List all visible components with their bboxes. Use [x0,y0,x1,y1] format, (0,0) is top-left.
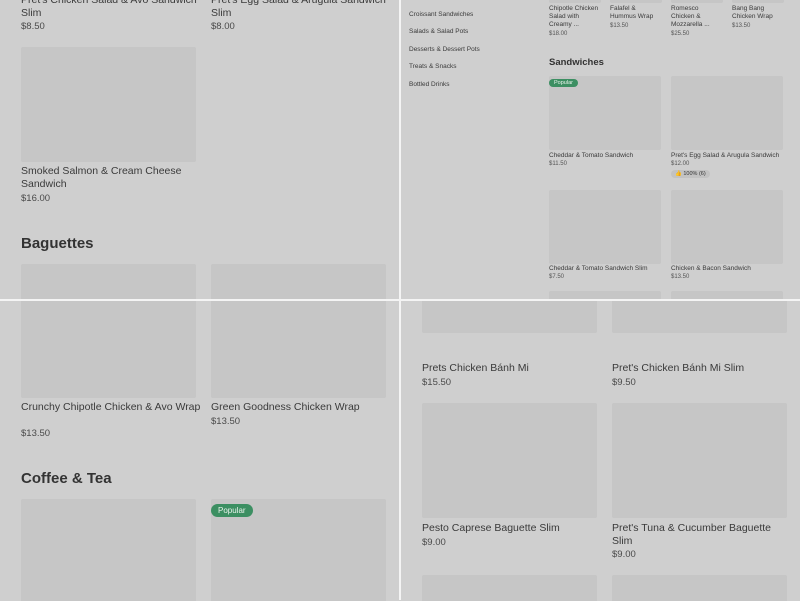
section-title: Baguettes [21,235,94,252]
item-name[interactable]: Smoked Salmon & Cream Cheese Sandwich [21,165,201,190]
item-price: $11.50 [549,161,567,167]
item-name[interactable]: Bang Bang Chicken Wrap [732,5,782,21]
item-price: $13.50 [211,416,241,427]
item-image[interactable] [671,190,783,264]
item-price: $7.50 [549,274,565,280]
category-link[interactable]: Desserts & Dessert Pots [409,46,480,53]
section-title: Coffee & Tea [21,470,112,487]
item-price: $16.00 [21,193,51,204]
item-price: $8.00 [211,21,235,32]
item-image[interactable] [549,76,661,150]
item-name[interactable]: Pret's Chicken Salad & Avo Sandwich Slim [21,0,201,19]
item-name[interactable]: Cheddar & Tomato Sandwich [549,152,661,160]
item-price: $13.50 [610,23,629,29]
item-image[interactable] [21,47,196,162]
category-link[interactable]: Croissant Sandwiches [409,11,473,18]
popular-badge: Popular [211,504,253,517]
item-image[interactable] [671,76,783,150]
item-image[interactable] [21,499,196,601]
item-name[interactable]: Crunchy Chipotle Chicken & Avo Wrap [21,401,201,414]
divider [0,299,800,301]
item-image[interactable] [211,301,386,398]
item-image[interactable] [422,403,597,518]
item-image[interactable] [422,301,597,333]
item-image[interactable] [612,301,787,333]
item-price: $9.00 [612,549,636,560]
category-link[interactable]: Bottled Drinks [409,81,449,88]
category-link[interactable]: Treats & Snacks [409,63,456,70]
rating-badge: 👍 100% (6) [671,170,710,178]
category-link[interactable]: Salads & Salad Pots [409,28,468,35]
item-name[interactable]: Falafel & Hummus Wrap [610,5,660,21]
item-price: $9.50 [612,377,636,388]
item-price: $18.00 [549,31,568,37]
item-name[interactable]: Prets Chicken Bánh Mi [422,362,602,375]
item-name[interactable]: Romesco Chicken & Mozzarella ... [671,5,721,29]
item-image[interactable] [612,403,787,518]
item-image[interactable] [549,0,601,3]
item-name[interactable]: Chipotle Chicken Salad with Creamy ... [549,5,599,29]
popular-badge: Popular [549,79,578,87]
item-price: $13.50 [671,274,690,280]
item-name[interactable]: Pret's Egg Salad & Arugula Sandwich Slim [211,0,391,19]
item-name[interactable]: Pret's Tuna & Cucumber Baguette Slim [612,522,792,547]
item-name[interactable]: Green Goodness Chicken Wrap [211,401,391,414]
item-image[interactable] [610,0,662,3]
item-name[interactable]: Chicken & Bacon Sandwich [671,265,783,273]
item-image[interactable] [612,575,787,601]
item-image[interactable] [549,190,661,264]
item-image[interactable] [21,264,196,300]
item-name[interactable]: Pret's Egg Salad & Arugula Sandwich [671,152,786,160]
panel-bottom-right: Prets Chicken Bánh Mi $15.50 Pret's Chic… [401,301,800,601]
item-image[interactable] [211,264,386,300]
item-price: $15.50 [422,377,452,388]
item-price: $25.50 [671,31,690,37]
section-title: Sandwiches [549,57,604,68]
panel-bottom-left: Crunchy Chipotle Chicken & Avo Wrap $13.… [0,301,400,601]
item-image[interactable] [422,575,597,601]
item-image[interactable] [671,0,723,3]
item-price: $13.50 [21,428,51,439]
item-price: $9.00 [422,537,446,548]
panel-top-right: Croissant Sandwiches Salads & Salad Pots… [401,0,800,300]
item-image[interactable] [21,301,196,398]
item-price: $8.50 [21,21,45,32]
item-name[interactable]: Cheddar & Tomato Sandwich Slim [549,265,661,273]
item-price: $13.50 [732,23,751,29]
item-name[interactable]: Pret's Chicken Bánh Mi Slim [612,362,792,375]
item-name[interactable]: Pesto Caprese Baguette Slim [422,522,602,535]
panel-top-left: Pret's Chicken Salad & Avo Sandwich Slim… [0,0,400,300]
item-image[interactable] [732,0,784,3]
item-price: $12.00 [671,161,690,167]
